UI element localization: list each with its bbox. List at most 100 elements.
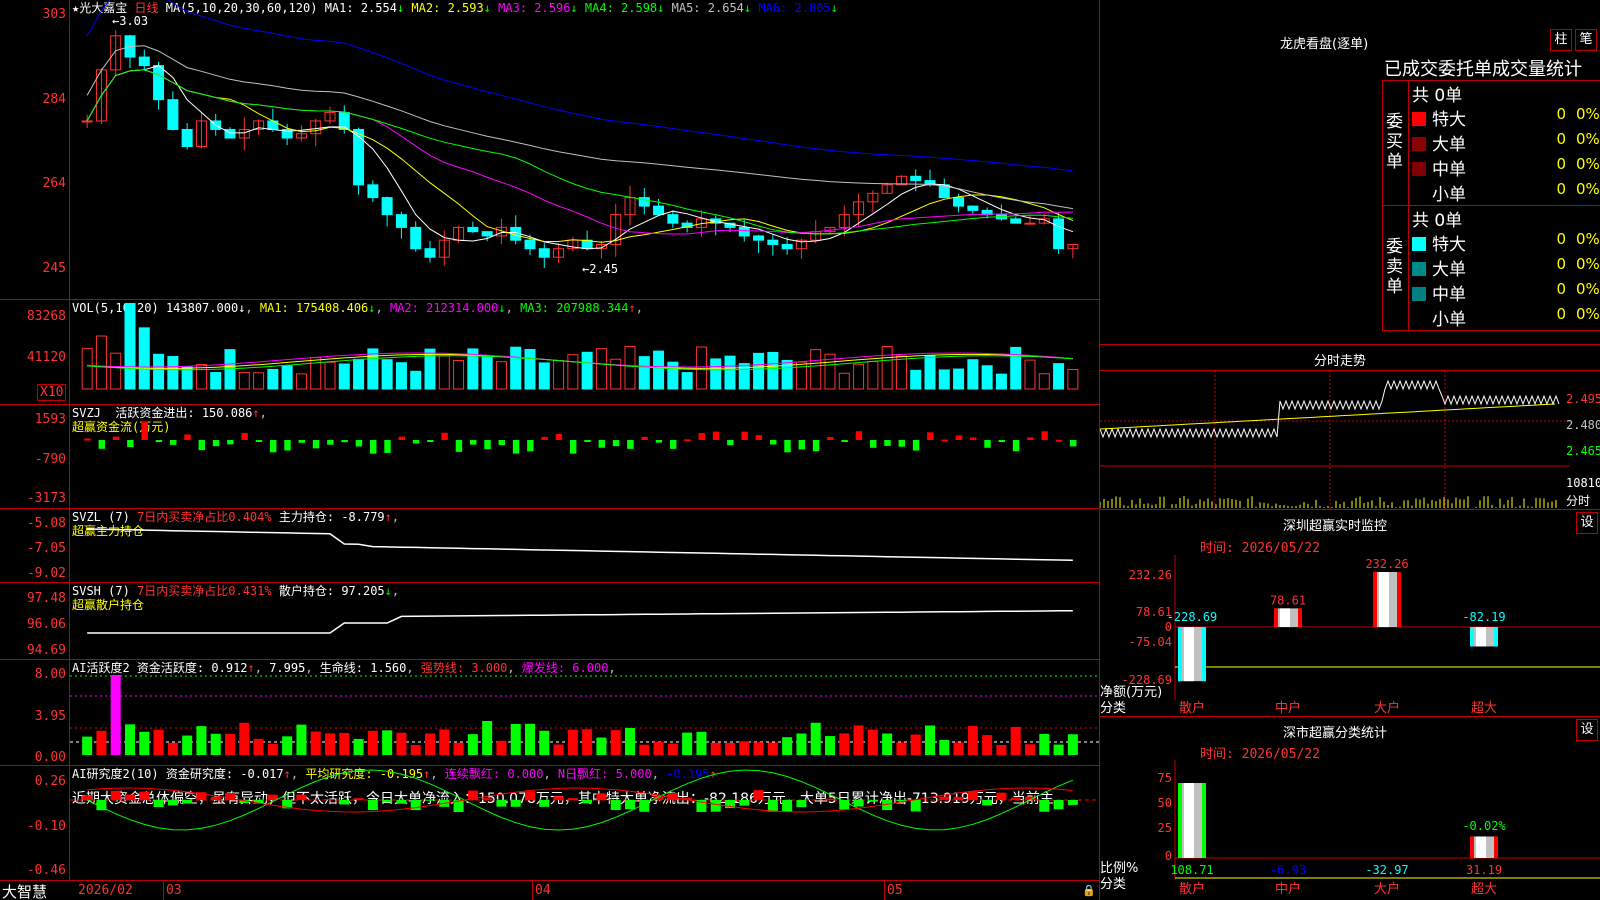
lock-icon[interactable]: 🔒 [1082,884,1096,897]
x-axis-label: 2026/02 [78,883,133,898]
monitor-settings-button[interactable]: 设 [1576,512,1598,534]
research-bar [482,798,493,800]
research-bar [153,800,164,808]
flow-bar [584,440,591,442]
research-bar [796,800,807,808]
monitor-category: 散户 [1179,700,1205,715]
monitor-category: 中户 [1275,700,1301,715]
activity-bar [925,725,935,755]
research-bar [110,790,121,800]
dragon-row-name: 大单 [1432,260,1466,280]
research-bar [310,799,321,800]
activity-bar [225,733,235,755]
candle-body [524,239,536,250]
buy-total: 共 0单 [1412,86,1463,106]
candle-body [481,231,493,237]
research-bar [1053,800,1064,810]
flow-bar [312,440,320,449]
classify-chart[interactable]: 75 50 25 0108.71 散户 -6.93 中户 -32.97 大户 31.19 超大 -0.… [1100,760,1600,900]
activity-bar [210,733,221,755]
bar-mode-button[interactable]: 柱 [1550,29,1572,51]
volume-bar [267,368,279,390]
classify-bar-label: -32.97 [1365,863,1408,877]
volume-bar [253,372,265,390]
brand-label: 大智慧 [2,883,48,900]
classify-bar [1178,783,1206,858]
dragon-row-name: 大单 [1432,135,1466,155]
ai-active-chart[interactable] [70,660,1100,765]
monitor-bar-label: -82.19 [1462,610,1505,624]
candle-body [767,239,779,245]
monitor-chart[interactable]: 232.2678.610-75.04-228.69-228.69散户78.61中… [1100,555,1600,715]
tick-mode-button[interactable]: 笔 [1575,29,1597,51]
volume-chart[interactable] [70,300,1100,404]
flow-bar [112,436,120,440]
volume-bar [210,372,222,390]
candle-body [181,128,193,147]
classify-settings-button[interactable]: 设 [1576,719,1598,741]
activity-bar [1039,733,1050,755]
candle-body [153,65,165,101]
flow-bar [255,440,263,442]
research-bar [753,790,764,800]
volume-bar [953,368,965,390]
activity-bar [139,731,150,755]
volume-bar [238,371,250,390]
classify-axis-tick: 0 [1165,849,1172,863]
classify-axis-tick: 25 [1158,821,1172,835]
price-axis-tick: 245 [42,261,66,276]
volume-bar [681,372,693,390]
candle-body [395,214,407,228]
activity-bar [196,726,207,755]
volume-bar [795,361,807,390]
flow-bar [470,440,477,445]
classify-extra-label: -0.02% [1462,819,1506,833]
main-force-line [87,528,1073,562]
ai-research-axis-tick: -0.46 [26,863,66,878]
activity-bar [639,744,650,755]
color-swatch [1412,287,1426,301]
candle-body [1053,218,1065,250]
intraday-chart[interactable] [1100,371,1570,509]
volume-bar [538,362,550,390]
svzj-chart[interactable] [70,405,1100,508]
rp-divider [1100,716,1600,717]
volume-bar [724,355,736,390]
ma-line [86,45,1073,210]
classify-title: 深市超赢分类统计 [1282,726,1387,741]
dragon-row-name: 中单 [1432,285,1466,305]
candle-body [381,197,393,216]
flow-bar [441,432,448,440]
svsh-chart[interactable] [70,583,1100,659]
flow-bar [698,433,705,440]
activity-bar [782,737,793,755]
volume-bar [138,327,150,390]
vol-unit-badge[interactable]: X10 [37,384,67,401]
activity-bar [796,733,807,755]
price-chart[interactable] [70,0,1100,300]
flow-bar [784,440,791,453]
flow-bar [84,438,91,441]
activity-bar [1067,734,1078,755]
research-bar [996,792,1007,800]
dragon-row-pct: 0% [1576,155,1600,173]
candle-body [738,226,750,237]
x-axis-tick [163,881,164,900]
svzl-chart[interactable] [70,509,1100,582]
flow-bar [155,440,163,442]
activity-bar [110,675,121,755]
activity-bar [839,733,850,755]
flow-bar [727,440,734,446]
research-bar [210,796,221,800]
activity-bar [410,744,421,755]
volume-bar [981,365,993,390]
flow-bar [527,440,534,452]
flow-bar [912,440,920,451]
monitor-time: 时间: 2026/05/22 [1200,541,1320,556]
ai-research-chart[interactable] [70,766,1100,880]
volume-bar [567,354,579,390]
research-bar [967,791,978,800]
volume-bar [767,351,779,390]
volume-bar [295,373,307,390]
activity-bar [182,735,193,755]
